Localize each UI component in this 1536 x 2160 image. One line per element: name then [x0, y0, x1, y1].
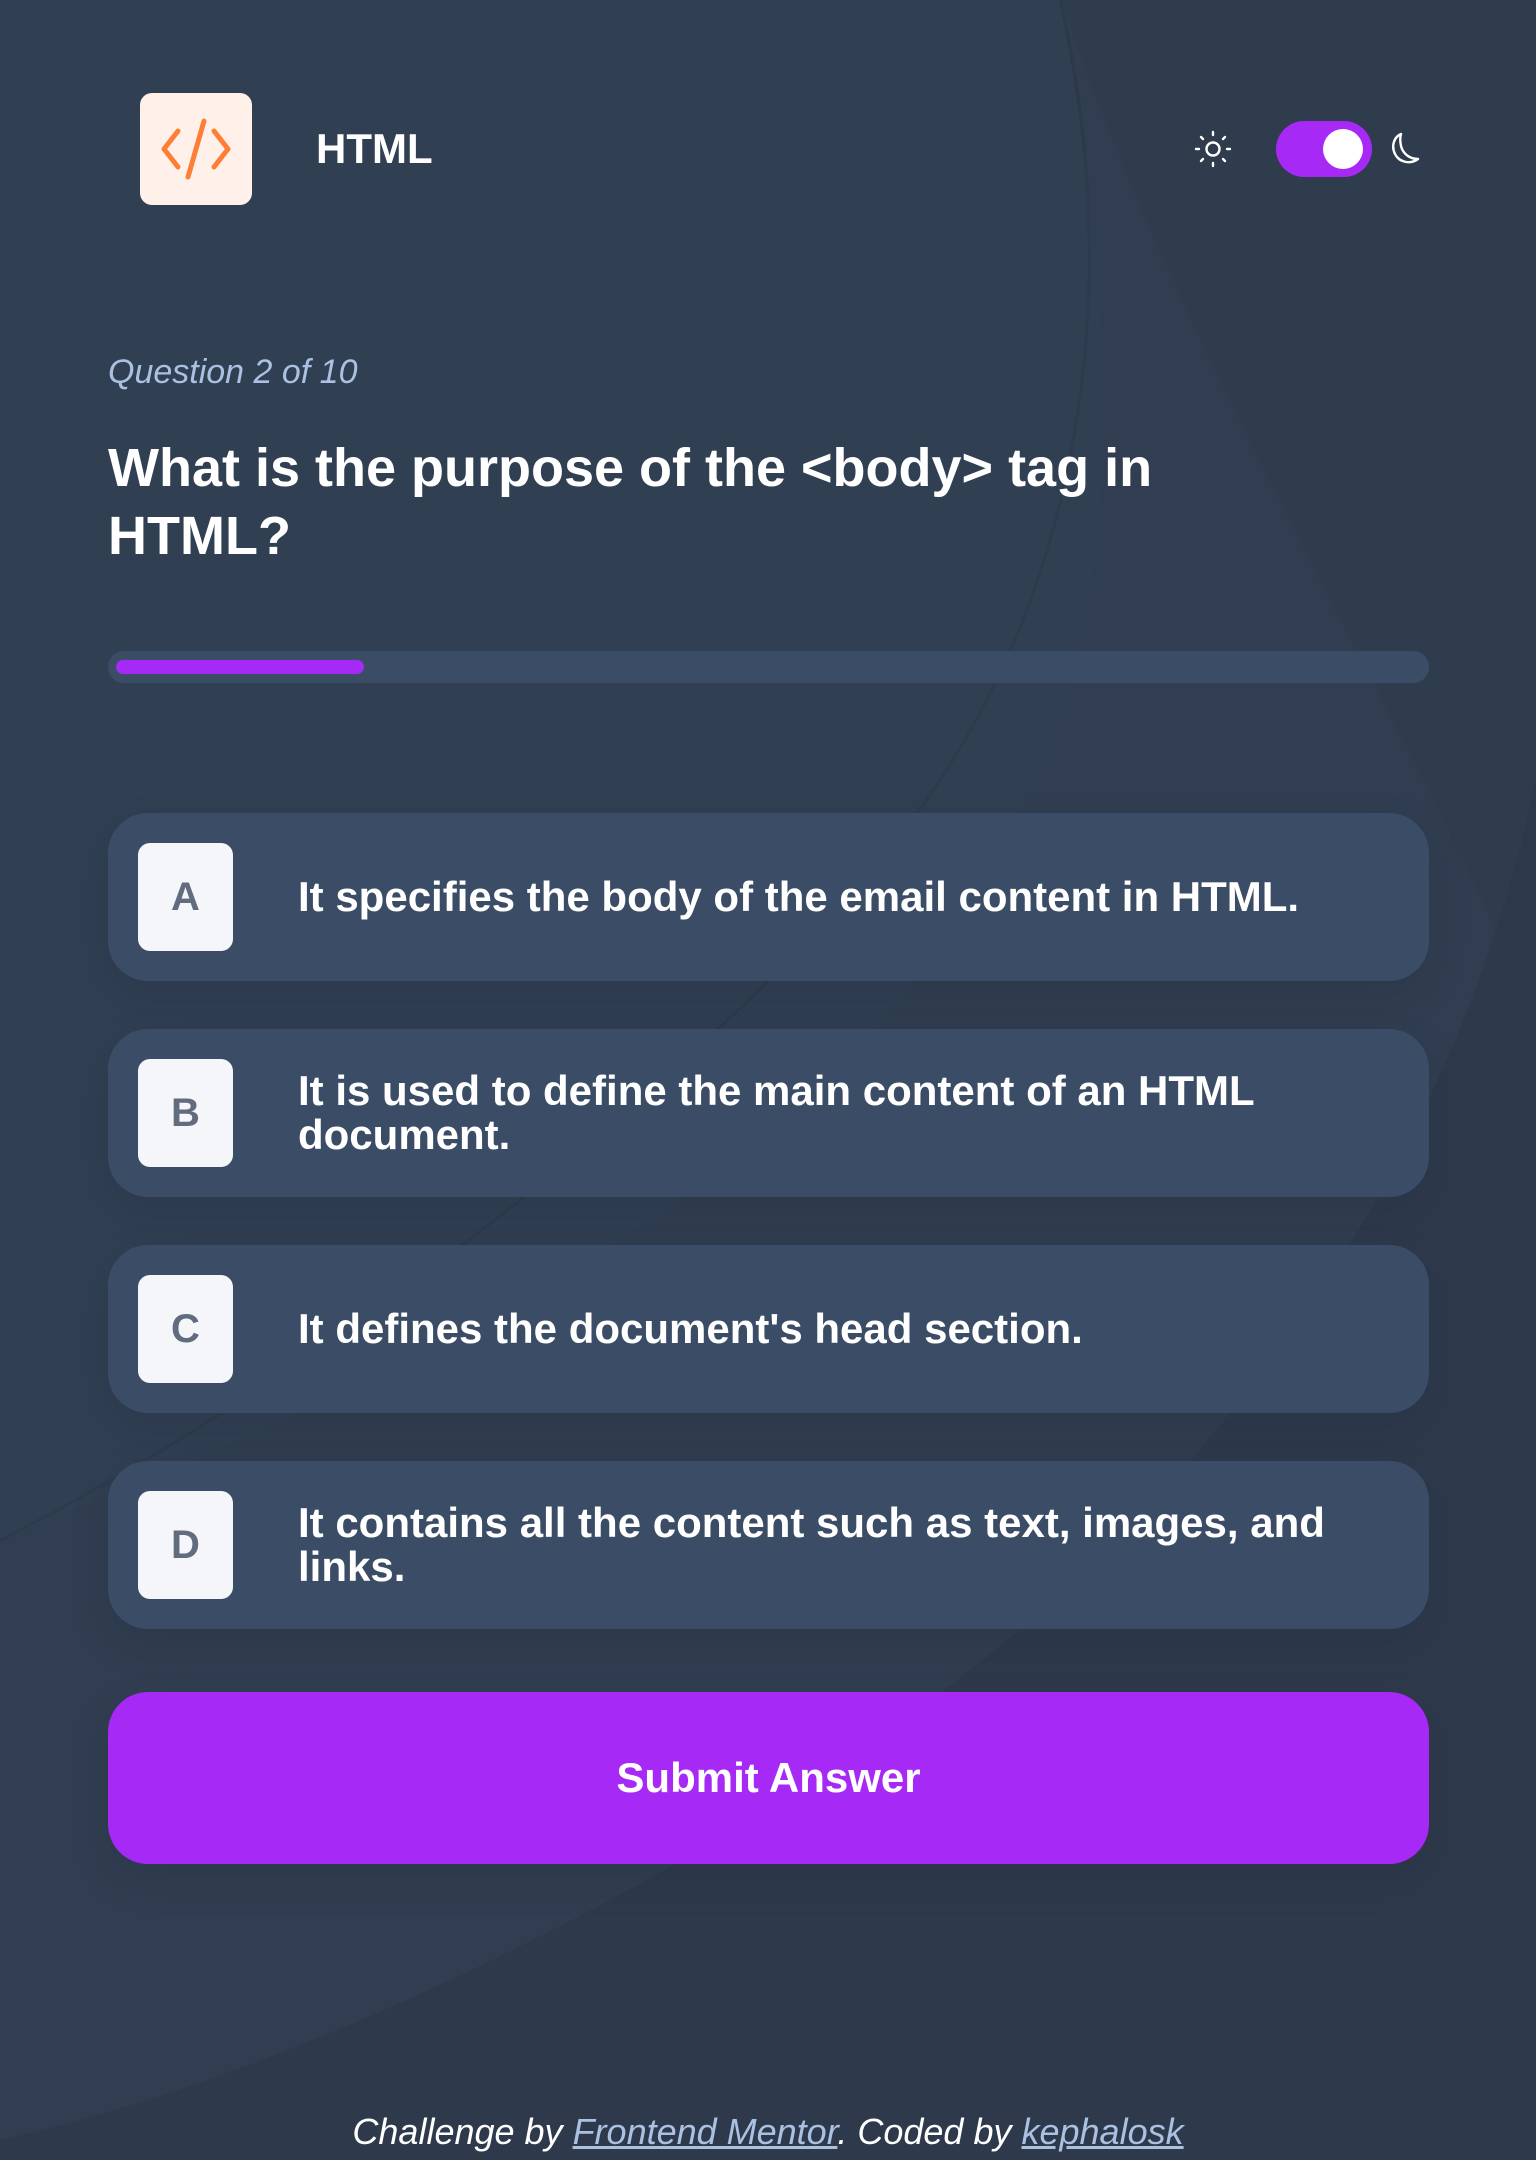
answer-text: It defines the document's head section. — [298, 1305, 1083, 1352]
attribution-footer: Challenge by Frontend Mentor. Coded by k… — [0, 2108, 1536, 2156]
dark-mode-toggle[interactable] — [1276, 121, 1372, 177]
moon-icon — [1392, 132, 1420, 164]
frontend-mentor-link[interactable]: Frontend Mentor — [573, 2111, 838, 2152]
answer-option-c[interactable]: C It defines the document's head section… — [108, 1245, 1429, 1413]
submit-answer-button[interactable]: Submit Answer — [108, 1692, 1429, 1864]
answer-text: It specifies the body of the email conte… — [298, 873, 1300, 920]
code-brackets-icon — [140, 93, 252, 205]
toggle-knob — [1323, 129, 1363, 169]
author-link[interactable]: kephalosk — [1021, 2111, 1183, 2152]
theme-toggle-group — [1163, 119, 1423, 179]
answer-list: A It specifies the body of the email con… — [108, 813, 1429, 1677]
answer-option-d[interactable]: D It contains all the content such as te… — [108, 1461, 1429, 1629]
answer-letter-badge: D — [138, 1491, 233, 1599]
question-text: What is the purpose of the <body> tag in… — [108, 438, 1153, 566]
app-header: HTML — [140, 93, 1423, 205]
answer-option-a[interactable]: A It specifies the body of the email con… — [108, 813, 1429, 981]
subject-title: HTML — [316, 125, 433, 172]
sun-icon — [1194, 130, 1232, 168]
footer-prefix: Challenge by — [352, 2111, 573, 2152]
progress-bar-fill — [116, 660, 364, 674]
footer-middle: . Coded by — [837, 2111, 1022, 2152]
answer-option-b[interactable]: B It is used to define the main content … — [108, 1029, 1429, 1197]
answer-letter-badge: A — [138, 843, 233, 951]
answer-letter-badge: C — [138, 1275, 233, 1383]
progress-bar — [108, 651, 1429, 683]
question-counter: Question 2 of 10 — [108, 353, 358, 391]
answer-text: It contains all the content such as text… — [298, 1499, 1325, 1590]
quiz-page: HTML Question 2 of 10 What is the purpos… — [0, 0, 1536, 2160]
answer-text: It is used to define the main content of… — [298, 1067, 1254, 1158]
answer-letter-badge: B — [138, 1059, 233, 1167]
